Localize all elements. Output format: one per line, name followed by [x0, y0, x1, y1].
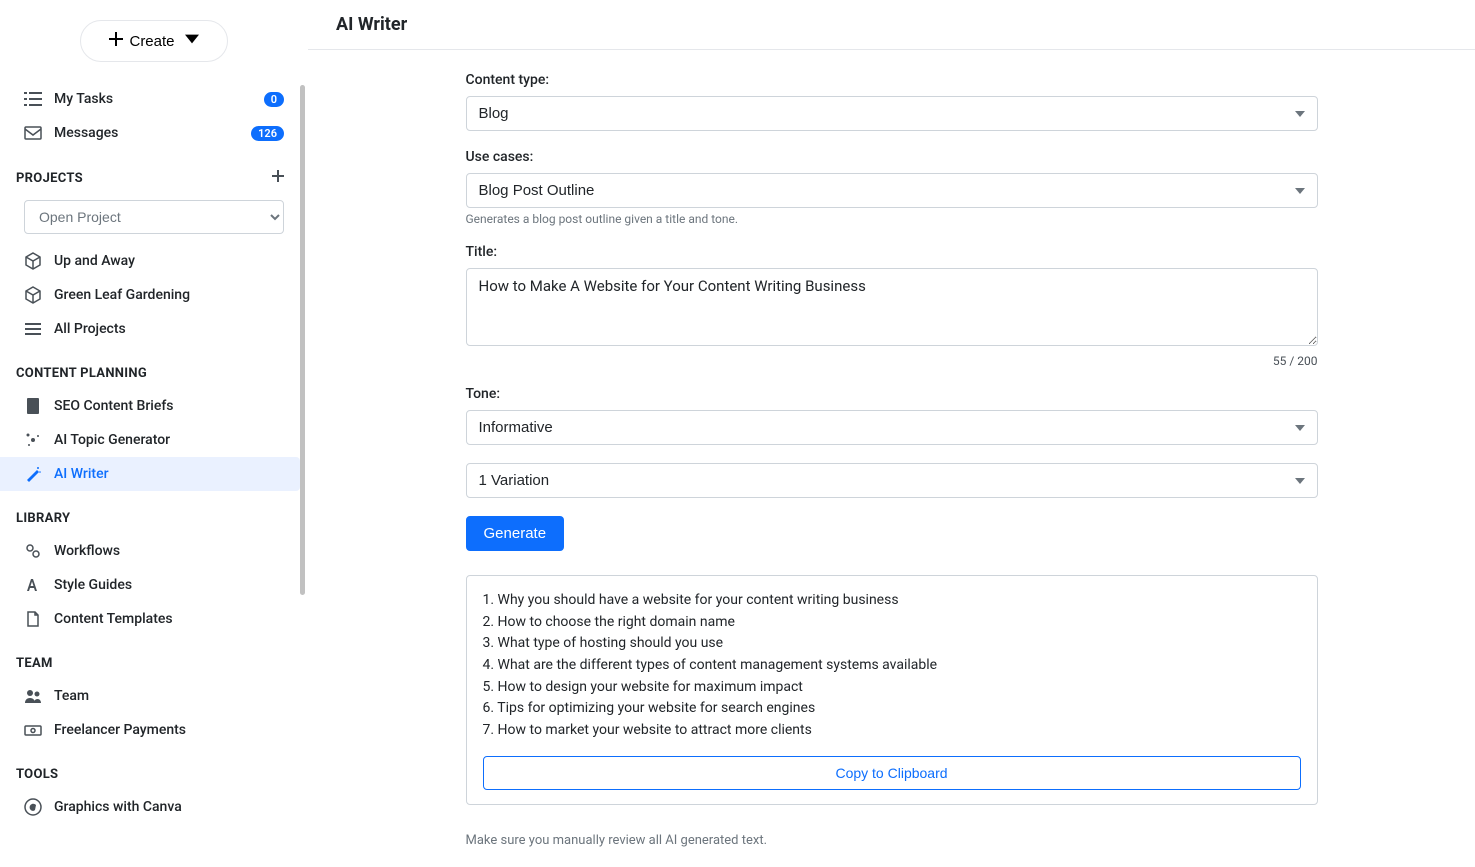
result-line: 5. How to design your website for maximu…: [483, 677, 1301, 699]
nav-project-green-leaf[interactable]: Green Leaf Gardening: [0, 278, 308, 312]
nav-my-tasks[interactable]: My Tasks 0: [0, 82, 308, 116]
title-char-count: 55 / 200: [466, 354, 1318, 368]
plus-icon: [109, 32, 123, 50]
nav-freelancer-payments[interactable]: Freelancer Payments: [0, 713, 308, 747]
nav-label: SEO Content Briefs: [54, 398, 284, 414]
nav-label: All Projects: [54, 321, 284, 337]
variation-select[interactable]: 1 Variation: [466, 463, 1318, 498]
nav-messages[interactable]: Messages 126: [0, 116, 308, 150]
title-label: Title:: [466, 244, 1318, 260]
nav-label: Up and Away: [54, 253, 284, 269]
tone-label: Tone:: [466, 386, 1318, 402]
tasks-icon: [24, 90, 42, 108]
font-icon: [24, 576, 42, 594]
sidebar: Create My Tasks 0 Messages 126 PROJECTS …: [0, 0, 308, 867]
wand-icon: [24, 465, 42, 483]
open-project-select[interactable]: Open Project: [24, 200, 284, 234]
result-line: 2. How to choose the right domain name: [483, 612, 1301, 634]
nav-label: Freelancer Payments: [54, 722, 284, 738]
use-cases-help: Generates a blog post outline given a ti…: [466, 212, 1318, 226]
nav-label: Messages: [54, 125, 239, 141]
create-button[interactable]: Create: [80, 20, 227, 62]
nav-label: AI Topic Generator: [54, 432, 284, 448]
users-icon: [24, 687, 42, 705]
library-header: LIBRARY: [0, 491, 308, 534]
title-textarea[interactable]: [466, 268, 1318, 346]
content-type-label: Content type:: [466, 72, 1318, 88]
file-icon: [24, 610, 42, 628]
add-project-icon[interactable]: [272, 170, 284, 186]
nav-all-projects[interactable]: All Projects: [0, 312, 308, 346]
nav-project-up-and-away[interactable]: Up and Away: [0, 244, 308, 278]
team-header: TEAM: [0, 636, 308, 679]
nav-canva[interactable]: Graphics with Canva: [0, 790, 308, 824]
messages-badge: 126: [251, 126, 284, 141]
nav-workflows[interactable]: Workflows: [0, 534, 308, 568]
sparkle-icon: [24, 431, 42, 449]
cube-icon: [24, 252, 42, 270]
nav-label: Style Guides: [54, 577, 284, 593]
result-box: 1. Why you should have a website for you…: [466, 575, 1318, 805]
cube-icon: [24, 286, 42, 304]
nav-label: Green Leaf Gardening: [54, 287, 284, 303]
nav-label: Content Templates: [54, 611, 284, 627]
nav-label: Team: [54, 688, 284, 704]
page-title: AI Writer: [336, 14, 1447, 35]
nav-label: My Tasks: [54, 91, 252, 107]
result-line: 1. Why you should have a website for you…: [483, 590, 1301, 612]
my-tasks-badge: 0: [264, 92, 284, 107]
tools-header: TOOLS: [0, 747, 308, 790]
create-label: Create: [129, 33, 174, 50]
document-icon: [24, 397, 42, 415]
nav-style-guides[interactable]: Style Guides: [0, 568, 308, 602]
scrollbar-thumb[interactable]: [300, 85, 305, 595]
gears-icon: [24, 542, 42, 560]
nav-content-templates[interactable]: Content Templates: [0, 602, 308, 636]
result-line: 3. What type of hosting should you use: [483, 633, 1301, 655]
content-planning-header: CONTENT PLANNING: [0, 346, 308, 389]
review-note: Make sure you manually review all AI gen…: [466, 833, 1318, 848]
money-icon: [24, 721, 42, 739]
use-cases-select[interactable]: Blog Post Outline: [466, 173, 1318, 208]
copy-to-clipboard-button[interactable]: Copy to Clipboard: [483, 756, 1301, 790]
result-line: 4. What are the different types of conte…: [483, 655, 1301, 677]
page-header: AI Writer: [308, 0, 1475, 50]
generate-button[interactable]: Generate: [466, 516, 565, 551]
menu-icon: [24, 320, 42, 338]
content-type-select[interactable]: Blog: [466, 96, 1318, 131]
nav-ai-writer[interactable]: AI Writer: [0, 457, 300, 491]
caret-down-icon: [185, 32, 199, 50]
nav-ai-topic-generator[interactable]: AI Topic Generator: [0, 423, 308, 457]
main-content: AI Writer Content type: Blog Use cases: …: [308, 0, 1475, 867]
use-cases-label: Use cases:: [466, 149, 1318, 165]
canva-icon: [24, 798, 42, 816]
nav-label: Workflows: [54, 543, 284, 559]
envelope-icon: [24, 124, 42, 142]
projects-header: PROJECTS: [0, 150, 308, 194]
nav-seo-briefs[interactable]: SEO Content Briefs: [0, 389, 308, 423]
result-line: 6. Tips for optimizing your website for …: [483, 698, 1301, 720]
nav-team[interactable]: Team: [0, 679, 308, 713]
sidebar-scrollbar[interactable]: [300, 0, 306, 867]
nav-label: Graphics with Canva: [54, 799, 284, 815]
nav-label: AI Writer: [54, 466, 276, 482]
result-line: 7. How to market your website to attract…: [483, 720, 1301, 742]
tone-select[interactable]: Informative: [466, 410, 1318, 445]
